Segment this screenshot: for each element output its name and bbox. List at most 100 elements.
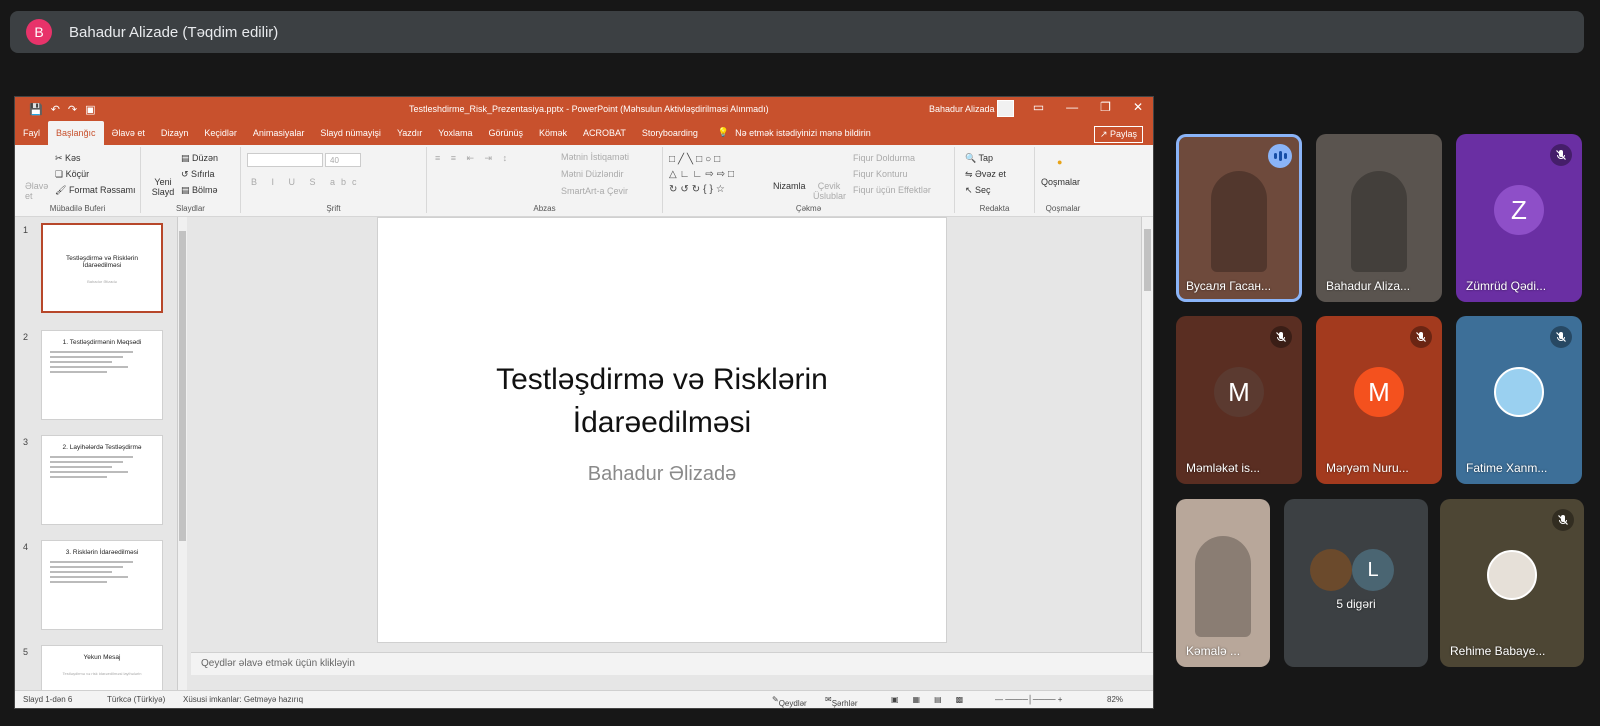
zoom-level[interactable]: 82% xyxy=(1107,695,1123,704)
paste-button[interactable]: Əlavə et xyxy=(25,181,48,201)
zoom-slider[interactable]: — ────│──── + xyxy=(995,695,1062,704)
tab-4[interactable]: Keçidlər xyxy=(196,128,245,145)
shapes-gallery[interactable]: □╱╲□○□ △∟∟⇨⇨□ ↻↺↻{}☆ xyxy=(669,152,764,196)
participant-tile[interactable]: Bahadur Aliza... xyxy=(1316,134,1442,302)
addins-icon: ● xyxy=(1057,157,1063,167)
section-button[interactable]: ▤ Bölmə xyxy=(181,185,218,196)
quick-styles-button[interactable]: Çevik Üslublar xyxy=(813,181,846,201)
save-icon[interactable]: 💾 xyxy=(29,103,43,116)
ribbon-group-editing: 🔍 Tap ⇋ Əvəz et ↖ Seç Redakta xyxy=(955,147,1035,213)
select-button[interactable]: ↖ Seç xyxy=(965,185,991,196)
layout-button[interactable]: ▤ Düzən xyxy=(181,153,218,164)
replace-button[interactable]: ⇋ Əvəz et xyxy=(965,169,1006,180)
tab-10[interactable]: Kömək xyxy=(531,128,575,145)
slide-scrollbar[interactable] xyxy=(1141,217,1153,652)
ribbon-group-paragraph: ≡ ≡ ⇤ ⇥ ↕ Mətnin İstiqaməti Mətni Düzlən… xyxy=(427,147,663,213)
share-button[interactable]: ↗ Paylaş xyxy=(1093,126,1143,143)
slide-title[interactable]: Testləşdirmə və Risklərin İdarəedilməsi xyxy=(378,358,946,444)
participant-tile[interactable]: Fatime Xanm... xyxy=(1456,316,1582,484)
find-button[interactable]: 🔍 Tap xyxy=(965,153,993,164)
present-icon[interactable]: ▣ xyxy=(85,103,95,116)
close-icon[interactable]: ✕ xyxy=(1133,100,1143,114)
shared-screen-powerpoint: 💾 ↶ ↷ ▣ Testleshdirme_Risk_Prezentasiya.… xyxy=(14,96,1154,709)
list-buttons[interactable]: ≡ ≡ ⇤ ⇥ ↕ xyxy=(435,153,511,164)
text-direction-button[interactable]: Mətnin İstiqaməti xyxy=(561,152,629,162)
participant-tile[interactable]: Kəmalə ... xyxy=(1176,499,1270,667)
tab-1[interactable]: Başlanğıc xyxy=(48,121,104,145)
redo-icon[interactable]: ↷ xyxy=(68,103,77,116)
participant-avatar: L xyxy=(1352,549,1394,591)
tab-12[interactable]: Storyboarding xyxy=(634,128,706,145)
new-slide-button[interactable]: Yeni Slayd xyxy=(149,177,177,197)
slide-thumbnail[interactable]: 2. Layihələrdə Testləşdirmə xyxy=(41,435,163,525)
tab-5[interactable]: Animasiyalar xyxy=(245,128,313,145)
shape-fill-button[interactable]: Fiqur Doldurma xyxy=(853,153,915,163)
ribbon: Əlavə et ✂ Kəs ❏ Köçür 🖌 Format Rəssamı … xyxy=(15,145,1153,217)
slide-thumbnail[interactable]: 1. Testləşdirmənin Məqsədi xyxy=(41,330,163,420)
participant-tile[interactable]: Вусаля Гасан... xyxy=(1176,134,1302,302)
participant-tile[interactable]: M Məryəm Nuru... xyxy=(1316,316,1442,484)
tab-9[interactable]: Görünüş xyxy=(480,128,531,145)
thumbnail-number: 4 xyxy=(23,542,29,552)
participant-avatar: M xyxy=(1354,367,1404,417)
cut-button[interactable]: ✂ Kəs xyxy=(55,153,81,164)
font-format-buttons[interactable]: B I U S abc xyxy=(251,177,363,187)
notes-pane[interactable]: Qeydlər əlavə etmək üçün klikləyin xyxy=(191,652,1153,675)
reset-button[interactable]: ↺ Sıfırla xyxy=(181,169,215,180)
tab-7[interactable]: Yazdır xyxy=(389,128,430,145)
participant-video xyxy=(1211,170,1267,272)
comments-toggle[interactable]: ✉ Şərhlər xyxy=(825,695,858,708)
participant-tile[interactable]: M Məmləkət is... xyxy=(1176,316,1302,484)
tab-0[interactable]: Fayl xyxy=(15,128,48,145)
group-label: Redakta xyxy=(979,204,1010,213)
font-name-field[interactable] xyxy=(247,153,323,167)
format-painter-button[interactable]: 🖌 Format Rəssamı xyxy=(55,185,135,196)
view-buttons[interactable]: ▣▦▤▩ xyxy=(891,695,977,704)
quick-access-toolbar: 💾 ↶ ↷ ▣ xyxy=(29,103,96,116)
ribbon-group-drawing: □╱╲□○□ △∟∟⇨⇨□ ↻↺↻{}☆ Nizamla Çevik Üslubla… xyxy=(663,147,955,213)
minimize-icon[interactable]: — xyxy=(1066,100,1078,114)
presenter-label: Bahadur Alizade (Təqdim edilir) xyxy=(69,23,279,41)
tab-3[interactable]: Dizayn xyxy=(153,128,197,145)
tab-2[interactable]: Əlavə et xyxy=(104,128,153,145)
participant-tile[interactable]: Z Zümrüd Qədi... xyxy=(1456,134,1582,302)
tell-me-search[interactable]: 💡 Nə etmək istədiyinizi mənə bildirin xyxy=(706,127,879,145)
ribbon-group-addins: ● Qoşmalar Qoşmalar xyxy=(1035,147,1091,213)
participant-tile[interactable]: Rehime Babaye... xyxy=(1440,499,1584,667)
scroll-knob[interactable] xyxy=(1144,229,1151,291)
thumbnail-bullets xyxy=(50,351,154,373)
user-name[interactable]: Bahadur Alizada xyxy=(929,104,995,114)
font-size-field[interactable]: 40 xyxy=(325,153,361,167)
arrange-button[interactable]: Nizamla xyxy=(773,181,806,191)
slide-thumbnail[interactable]: Testləşdirmə və Risklərin İdarəedilməsi B… xyxy=(41,223,163,313)
align-text-button[interactable]: Mətni Düzləndir xyxy=(561,169,624,179)
participant-tile[interactable]: L 5 digəri xyxy=(1284,499,1428,667)
slide-thumbnails-pane: 1 Testləşdirmə və Risklərin İdarəedilməsi… xyxy=(15,217,191,708)
undo-icon[interactable]: ↶ xyxy=(51,103,60,116)
slide-counter: Slayd 1-dən 6 xyxy=(23,695,73,704)
shape-effects-button[interactable]: Fiqur üçün Effektlər xyxy=(853,185,931,195)
tab-11[interactable]: ACROBAT xyxy=(575,128,634,145)
slide-canvas[interactable]: Testləşdirmə və Risklərin İdarəedilməsi … xyxy=(377,217,947,643)
ribbon-display-icon[interactable]: ▭ xyxy=(1033,100,1044,114)
group-label: Abzas xyxy=(533,204,556,213)
restore-icon[interactable]: ❐ xyxy=(1100,100,1111,114)
thumbnails-scrollbar[interactable] xyxy=(177,217,187,690)
participant-avatar: Z xyxy=(1494,185,1544,235)
accessibility-status[interactable]: Xüsusi imkanlar: Getməyə hazırıq xyxy=(183,695,303,704)
notes-toggle[interactable]: ✎ Qeydlər xyxy=(772,695,807,708)
thumbnail-title: 2. Layihələrdə Testləşdirmə xyxy=(62,444,142,451)
tab-8[interactable]: Yoxlama xyxy=(430,128,480,145)
language-indicator[interactable]: Türkcə (Türkiyə) xyxy=(107,695,165,704)
smartart-button[interactable]: SmartArt-a Çevir xyxy=(561,186,628,196)
copy-button[interactable]: ❏ Köçür xyxy=(55,169,89,180)
shape-outline-button[interactable]: Fiqur Konturu xyxy=(853,169,908,179)
slide-subtitle[interactable]: Bahadur Əlizadə xyxy=(378,463,946,486)
slide-thumbnail[interactable]: 3. Risklərin İdarəedilməsi xyxy=(41,540,163,630)
addins-button[interactable]: Qoşmalar xyxy=(1041,177,1080,187)
participant-video xyxy=(1351,170,1407,272)
user-avatar[interactable] xyxy=(997,100,1014,117)
participant-name: Məmləkət is... xyxy=(1186,461,1261,475)
tab-6[interactable]: Slayd nümayişi xyxy=(312,128,389,145)
scroll-knob[interactable] xyxy=(179,231,186,541)
